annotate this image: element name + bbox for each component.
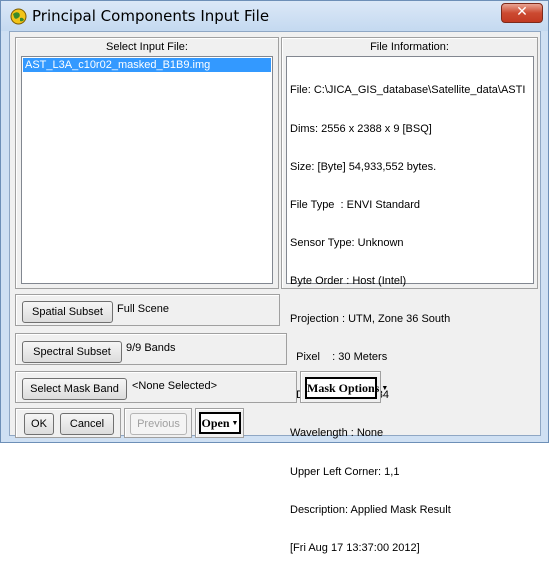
info-line: Projection : UTM, Zone 36 South [290,313,451,326]
info-line: File Type : ENVI Standard [290,198,421,211]
mask-options-panel: Mask Options ▼ [300,371,388,403]
open-button[interactable]: Open ▼ [199,412,241,434]
info-line: [Fri Aug 17 13:37:00 2012] [290,541,420,554]
open-group: Open ▼ [195,408,244,438]
info-line: Wavelength : None [290,427,384,440]
input-file-header: Select Input File: [106,41,188,53]
info-line: Pixel : 30 Meters [290,351,388,364]
file-info-header: File Information: [370,41,449,53]
open-label: Open [201,416,230,430]
window-title: Principal Components Input File [32,7,270,25]
envi-globe-icon [10,8,27,25]
spatial-subset-row: Spatial Subset Full Scene [15,294,280,326]
close-button[interactable]: ✕ [501,3,543,23]
info-line: Dims: 2556 x 2388 x 9 [BSQ] [290,122,432,135]
dialog-client-area: Select Input File: AST_L3A_c10r02_masked… [9,31,541,554]
mask-band-row: Select Mask Band <None Selected> [15,371,297,403]
spectral-subset-row: Spectral Subset 9/9 Bands [15,333,287,365]
cancel-button[interactable]: Cancel [60,413,114,435]
previous-button[interactable]: Previous [130,413,187,435]
dialog-window: Principal Components Input File ✕ Select… [0,0,549,554]
previous-group: Previous [124,408,192,438]
dropdown-arrow-icon: ▼ [381,384,389,392]
mask-options-button[interactable]: Mask Options ▼ [305,377,388,399]
input-file-list[interactable]: AST_L3A_c10r02_masked_B1B9.img [21,56,273,284]
list-item-selected-file[interactable]: AST_L3A_c10r02_masked_B1B9.img [23,58,271,72]
title-bar[interactable]: Principal Components Input File ✕ [1,1,548,31]
input-file-panel: Select Input File: AST_L3A_c10r02_masked… [15,37,279,289]
spectral-subset-button[interactable]: Spectral Subset [22,341,122,363]
spatial-subset-button[interactable]: Spatial Subset [22,301,113,323]
info-line: Description: Applied Mask Result [290,503,451,516]
file-info-panel: File Information: File: C:\JICA_GIS_data… [281,37,538,554]
dropdown-arrow-icon: ▼ [231,419,239,427]
spectral-subset-value: 9/9 Bands [126,342,176,354]
mask-options-label: Mask Options [307,381,380,395]
spatial-subset-value: Full Scene [117,303,169,315]
file-info-text: File: C:\JICA_GIS_database\Satellite_dat… [290,59,531,580]
info-line: Sensor Type: Unknown [290,236,404,249]
info-line: Size: [Byte] 54,933,552 bytes. [290,160,437,173]
ok-button[interactable]: OK [24,413,54,435]
info-line: Byte Order : Host (Intel) [290,274,407,287]
select-mask-band-button[interactable]: Select Mask Band [22,378,127,400]
file-info-box[interactable]: File: C:\JICA_GIS_database\Satellite_dat… [286,56,534,554]
mask-band-value: <None Selected> [132,380,218,392]
ok-cancel-group: OK Cancel [15,408,121,438]
info-line: Upper Left Corner: 1,1 [290,465,400,478]
close-icon: ✕ [516,4,528,20]
info-line: File: C:\JICA_GIS_database\Satellite_dat… [290,84,526,97]
